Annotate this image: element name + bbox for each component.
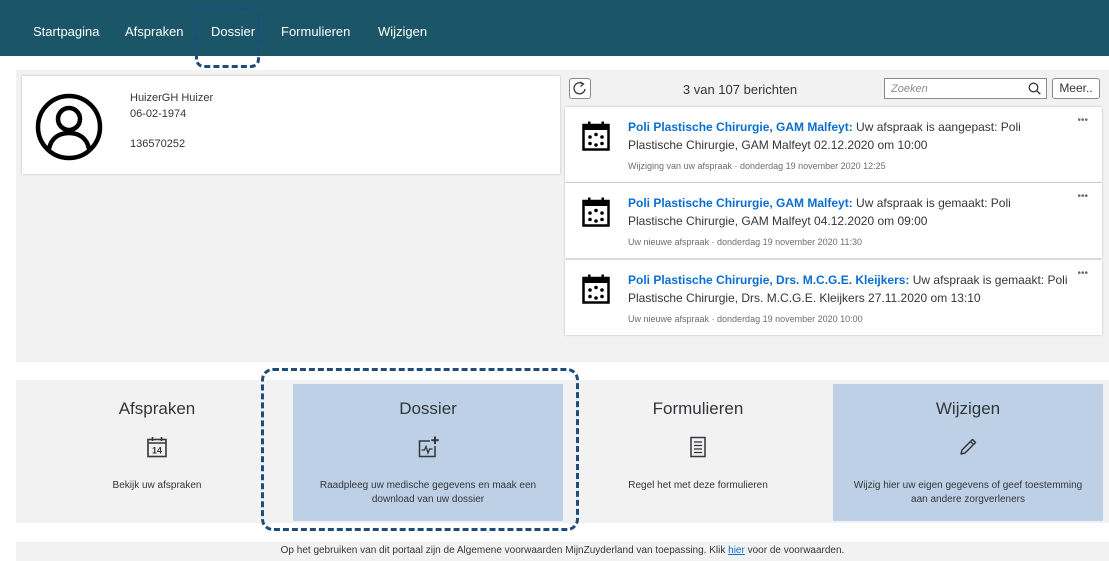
refresh-icon [573, 81, 586, 95]
top-navigation-bar: Startpagina Afspraken Dossier Formuliere… [0, 0, 1109, 56]
patient-birthdate: 06-02-1974 [130, 108, 187, 120]
patient-number: 136570252 [130, 138, 186, 150]
patient-name: HuizerGH Huizer [130, 92, 214, 104]
calendar-icon [582, 274, 610, 304]
terms-link[interactable]: hier [728, 545, 745, 556]
refresh-button[interactable] [569, 78, 591, 99]
more-actions-icon[interactable]: ••• [1077, 115, 1088, 126]
calendar-icon [582, 197, 610, 227]
more-actions-icon[interactable]: ••• [1077, 191, 1088, 202]
tile-formulieren[interactable]: Formulieren Regel het met deze formulier… [563, 384, 833, 521]
calendar-icon [582, 121, 610, 151]
message-item[interactable]: Poli Plastische Chirurgie, GAM Malfeyt: … [565, 183, 1102, 258]
message-meta: Wijziging van uw afspraak · donderdag 19… [628, 161, 886, 171]
message-text: Poli Plastische Chirurgie, GAM Malfeyt: … [628, 194, 1068, 230]
search-icon[interactable] [1028, 82, 1041, 95]
message-sender[interactable]: Poli Plastische Chirurgie, Drs. M.C.G.E.… [628, 273, 909, 287]
medical-record-add-icon [418, 436, 439, 458]
nav-startpagina[interactable]: Startpagina [33, 24, 100, 39]
tile-description: Bekijk uw afspraken [112, 480, 202, 491]
message-text: Poli Plastische Chirurgie, GAM Malfeyt: … [628, 118, 1068, 154]
message-text: Poli Plastische Chirurgie, Drs. M.C.G.E.… [628, 271, 1068, 307]
message-sender[interactable]: Poli Plastische Chirurgie, GAM Malfeyt: [628, 120, 853, 134]
tile-wijzigen[interactable]: Wijzigen Wijzig hier uw eigen gegevens o… [833, 384, 1103, 521]
footer-text-after: voor de voorwaarden. [744, 545, 845, 556]
tile-dossier[interactable]: Dossier Raadpleeg uw medische gegevens e… [293, 384, 563, 521]
message-item[interactable]: Poli Plastische Chirurgie, Drs. M.C.G.E.… [565, 260, 1102, 335]
form-icon [690, 436, 706, 458]
tile-description: Wijzig hier uw eigen gegevens of geef to… [853, 480, 1083, 505]
nav-wijzigen[interactable]: Wijzigen [378, 24, 427, 39]
footer-text-before: Op het gebruiken van dit portaal zijn de… [280, 545, 729, 556]
nav-formulieren[interactable]: Formulieren [281, 24, 350, 39]
tile-title: Dossier [399, 399, 457, 418]
nav-dossier[interactable]: Dossier [211, 24, 255, 39]
message-meta: Uw nieuwe afspraak · donderdag 19 novemb… [628, 314, 863, 324]
calendar-day-number: 14 [152, 446, 162, 456]
patient-card: HuizerGH Huizer 06-02-1974 136570252 [22, 76, 560, 174]
tile-afspraken[interactable]: Afspraken 14 Bekijk uw afspraken [22, 384, 292, 521]
message-meta: Uw nieuwe afspraak · donderdag 19 novemb… [628, 237, 862, 247]
message-item[interactable]: Poli Plastische Chirurgie, GAM Malfeyt: … [565, 107, 1102, 182]
message-count: 3 van 107 berichten [682, 82, 798, 97]
tile-title: Wijzigen [935, 399, 1001, 418]
search-input[interactable] [891, 81, 1021, 97]
footer-terms: Op het gebruiken van dit portaal zijn de… [16, 542, 1109, 561]
tile-title: Afspraken [118, 399, 196, 418]
message-sender[interactable]: Poli Plastische Chirurgie, GAM Malfeyt: [628, 196, 853, 210]
calendar-14-icon: 14 [147, 437, 167, 458]
more-button[interactable]: Meer.. [1052, 78, 1100, 99]
tile-title: Formulieren [652, 399, 744, 418]
user-avatar-icon [35, 93, 103, 161]
pencil-icon [960, 438, 977, 455]
nav-afspraken[interactable]: Afspraken [125, 24, 184, 39]
search-field[interactable] [884, 78, 1047, 99]
tile-description: Regel het met deze formulieren [628, 480, 768, 491]
tile-description: Raadpleeg uw medische gegevens en maak e… [319, 480, 537, 505]
more-actions-icon[interactable]: ••• [1077, 268, 1088, 279]
